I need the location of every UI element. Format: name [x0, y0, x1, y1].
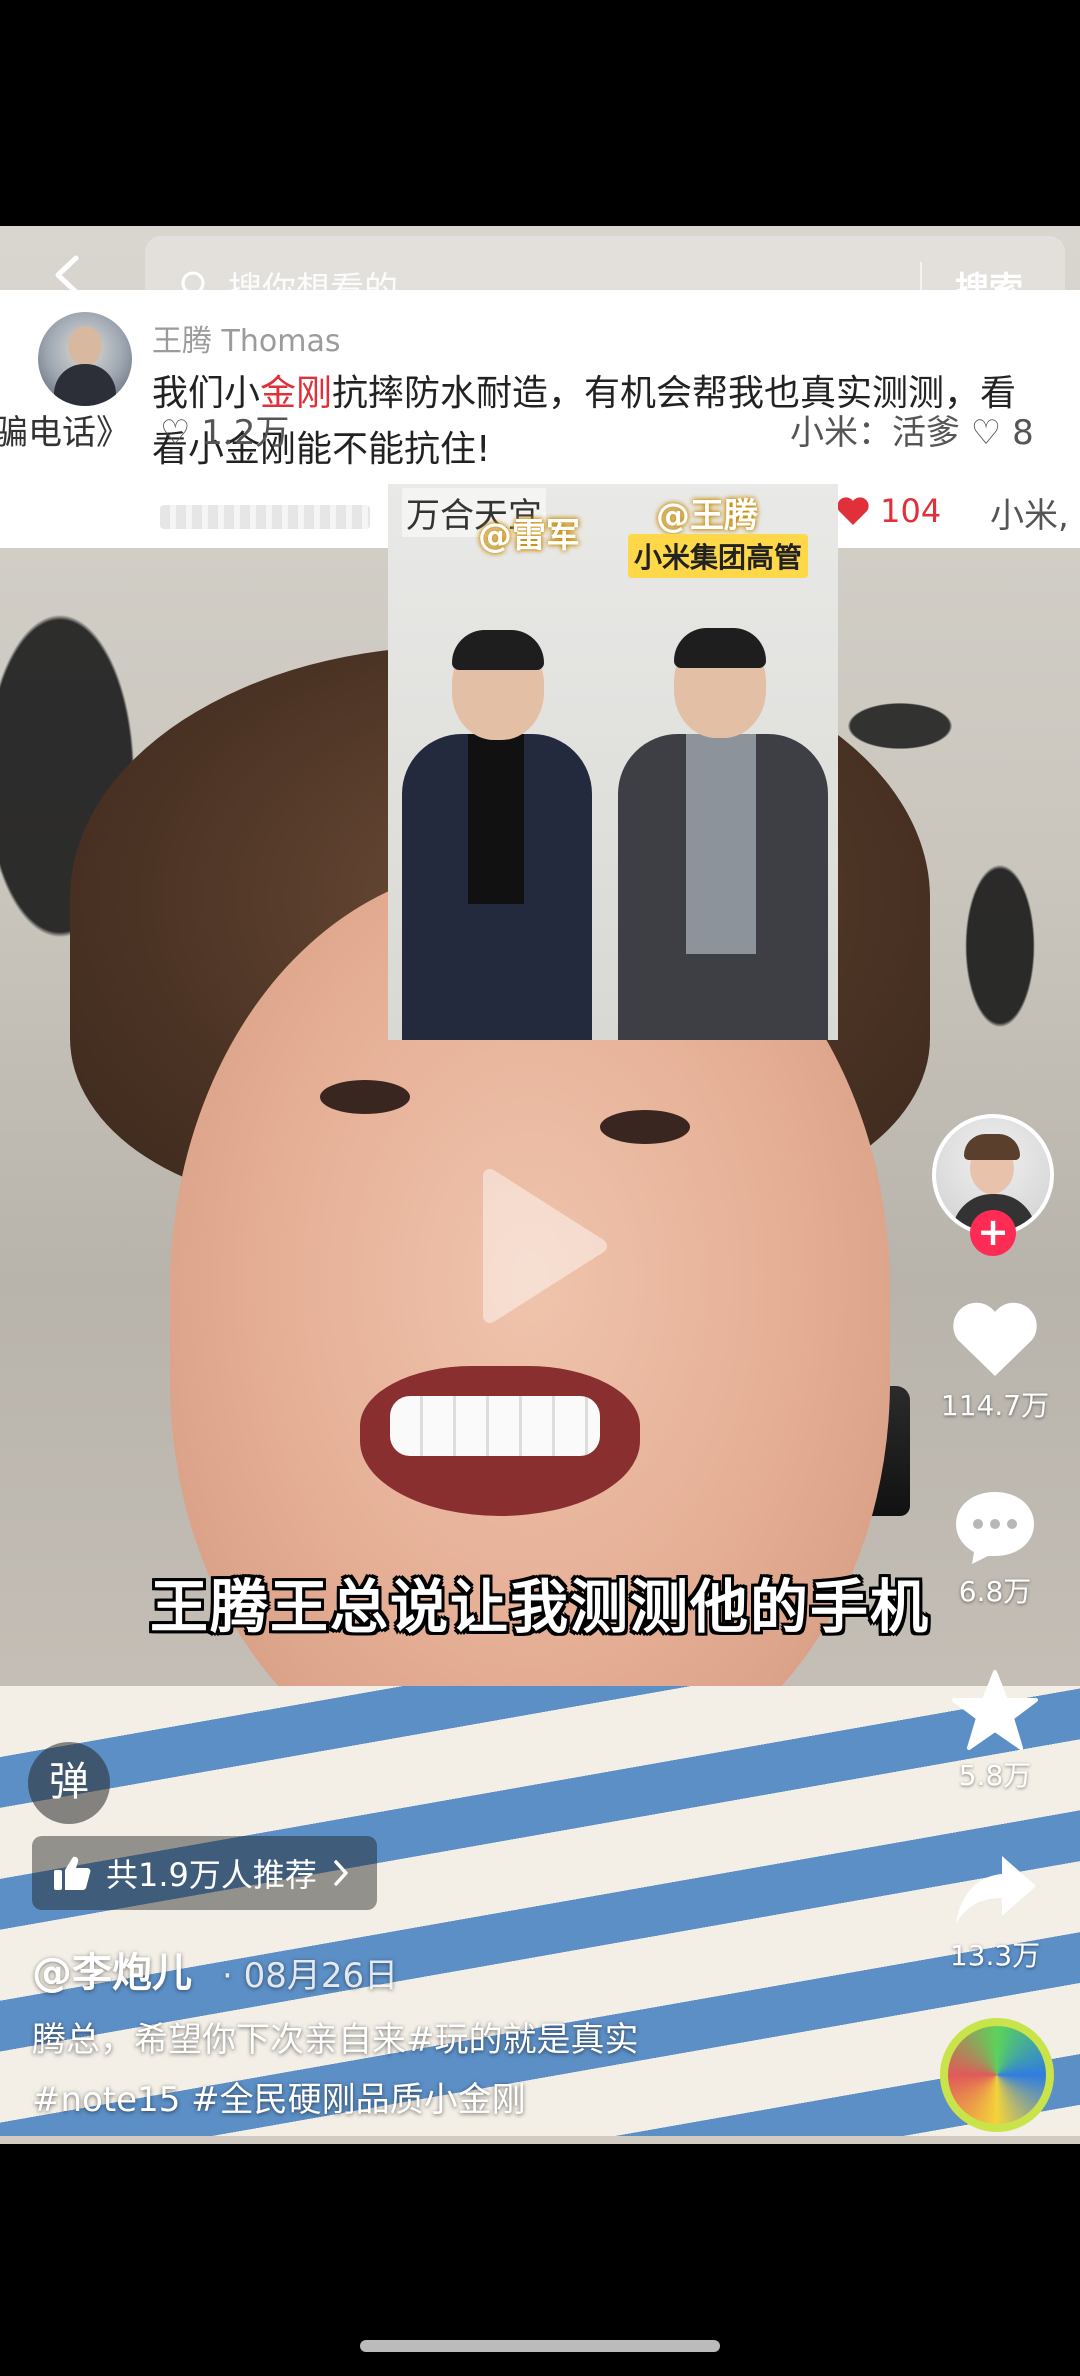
person-eye	[600, 1110, 690, 1144]
comment-username: 王腾 Thomas	[152, 324, 341, 359]
photo-tag-left: @雷军	[478, 516, 580, 556]
person-left	[392, 584, 602, 1040]
favorite-button[interactable]: 5.8万	[940, 1670, 1050, 1794]
heart-icon	[953, 1302, 1037, 1376]
music-disc-icon[interactable]	[940, 2018, 1054, 2132]
photo-tag-right: @王腾	[656, 496, 758, 536]
video-description[interactable]: 腾总，希望你下次亲自来#玩的就是真实 #note15 #全民硬刚品质小金刚	[32, 2010, 812, 2130]
share-button[interactable]: 13.3万	[940, 1850, 1050, 1974]
star-icon	[952, 1670, 1038, 1750]
person-teeth	[390, 1396, 600, 1456]
photo-tag-right-subtitle: 小米集团高管	[628, 534, 809, 578]
share-count: 13.3万	[949, 1939, 1041, 1972]
person-eye	[320, 1080, 410, 1114]
favorite-count: 5.8万	[958, 1759, 1032, 1792]
inserted-photo: 万合天宜 @雷军 @王腾 小米集团高管	[388, 484, 838, 1040]
comment-fragment-left: 骗电话》	[0, 413, 130, 453]
recommend-label: 共1.9万人推荐	[106, 1856, 317, 1894]
description-line: 腾总，希望你下次亲自来#玩的就是真实	[32, 2020, 639, 2060]
post-date: · 08月26日	[222, 1956, 399, 1996]
home-indicator[interactable]	[360, 2340, 720, 2352]
avatar	[38, 312, 132, 406]
like-button[interactable]: 114.7万	[940, 1300, 1050, 1424]
comment-fragment-right-2: 小米,	[990, 496, 1069, 536]
like-count: 114.7万	[940, 1389, 1050, 1422]
blurred-text	[160, 505, 370, 529]
share-icon	[956, 1856, 1036, 1924]
follow-button[interactable]: +	[970, 1210, 1016, 1256]
recommend-pill[interactable]: 共1.9万人推荐	[32, 1836, 377, 1910]
comment-fragment-right: 小米：活爹 ♡ 8	[790, 413, 1034, 453]
hashtag-line[interactable]: #note15 #全民硬刚品质小金刚	[32, 2070, 812, 2130]
comment-likes-right: 104	[836, 492, 941, 530]
video-subtitle: 王腾王总说让我测测他的手机	[149, 1573, 930, 1641]
chevron-right-icon	[334, 1860, 348, 1886]
author-name[interactable]: @李炮儿	[32, 1940, 192, 1998]
play-icon[interactable]	[470, 1166, 610, 1326]
thumbs-up-icon	[54, 1856, 91, 1890]
person-right	[598, 584, 838, 1040]
danmaku-toggle[interactable]: 弹	[28, 1742, 110, 1824]
comment-icon	[956, 1492, 1034, 1564]
comment-likes-left: ♡ 1.2万	[160, 413, 290, 453]
